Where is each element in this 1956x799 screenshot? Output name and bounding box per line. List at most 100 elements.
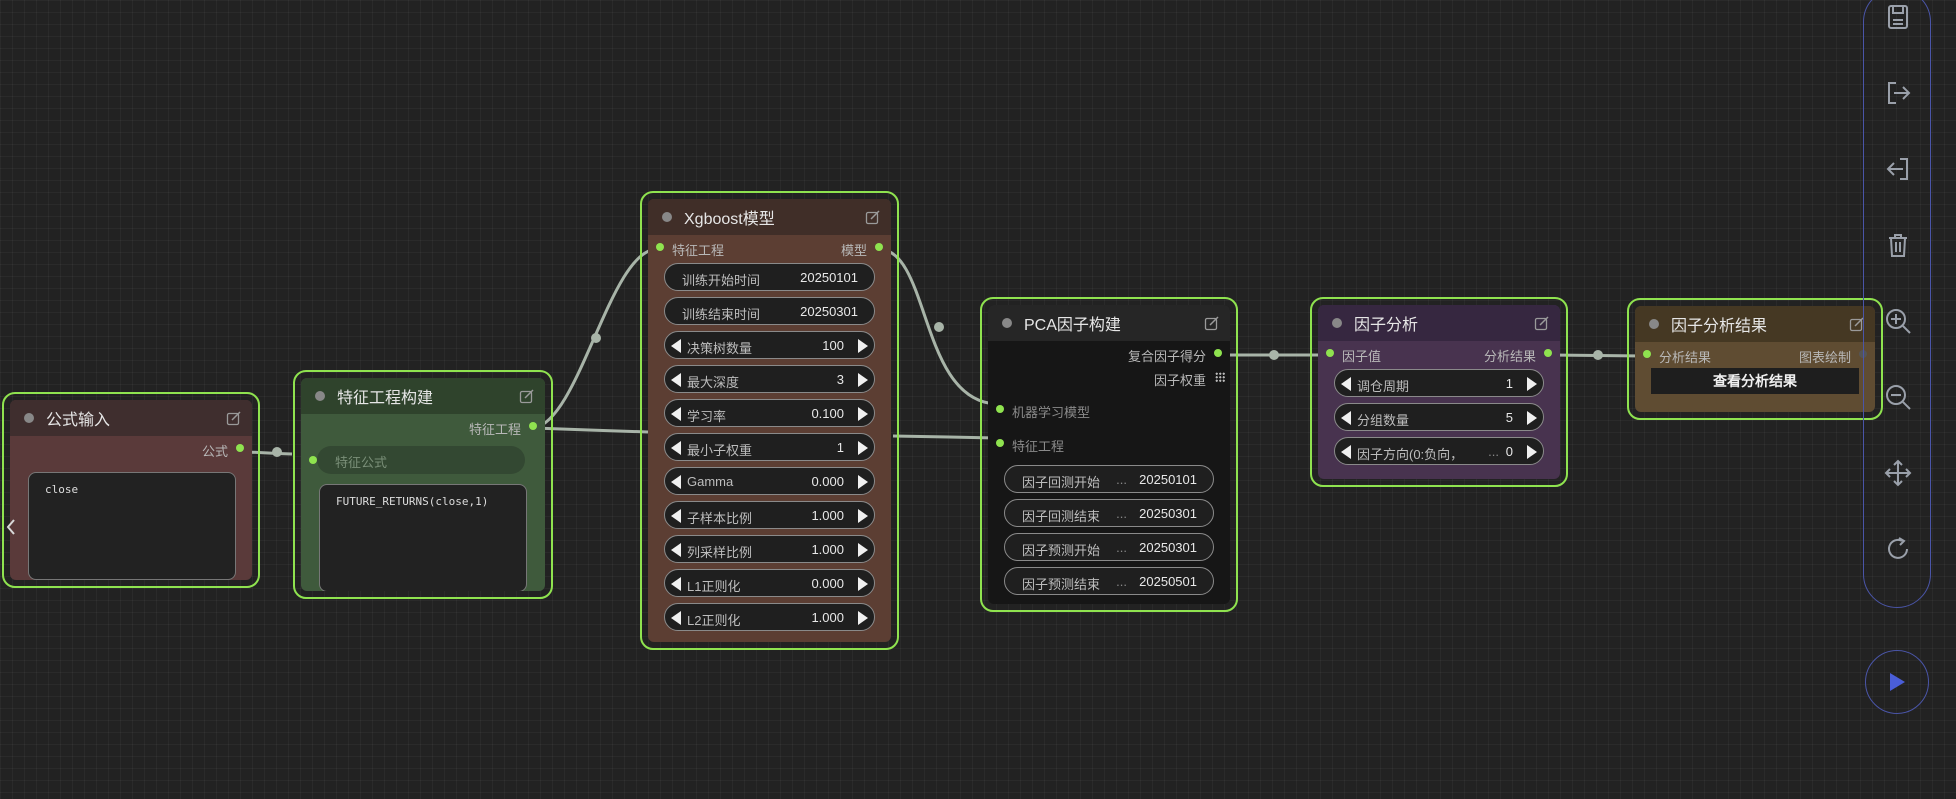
increment-arrow-icon[interactable] [858,373,868,387]
increment-arrow-icon[interactable] [1527,445,1537,459]
node-factor-result[interactable]: 因子分析结果 分析结果 图表绘制 查看分析结果 [1627,298,1883,420]
feature-formula-placeholder: 特征公式 [335,455,388,470]
increment-arrow-icon[interactable] [858,509,868,523]
param-factor-direction[interactable]: 因子方向(0:负向，... 0 [1334,437,1544,465]
training-end-field[interactable]: 训练结束时间 20250301 [664,297,875,325]
input-slot[interactable] [656,243,664,251]
increment-arrow-icon[interactable] [858,543,868,557]
collapse-dot[interactable] [1649,319,1659,329]
node-title-bar[interactable]: 公式输入 [10,400,252,436]
decrement-arrow-icon[interactable] [671,339,681,353]
field-label: 因子回测结束 [1022,509,1101,524]
increment-arrow-icon[interactable] [858,407,868,421]
run-button[interactable] [1865,650,1929,714]
node-title-bar[interactable]: 特征工程构建 [301,378,545,414]
edit-icon[interactable] [865,209,881,225]
field-value: 20250101 [800,270,858,285]
decrement-arrow-icon[interactable] [671,373,681,387]
param-l1-reg[interactable]: L1正则化 0.000 [664,569,875,597]
param-label: L2正则化 [687,613,741,628]
param-max-depth[interactable]: 最大深度 3 [664,365,875,393]
node-feature-engineering[interactable]: 特征工程构建 特征工程 特征公式 FUTURE_RETURNS(close,1) [293,370,553,599]
grid-slot-icon[interactable] [1215,372,1225,382]
feature-formula-input[interactable]: 特征公式 [309,446,525,474]
view-results-button[interactable]: 查看分析结果 [1651,368,1859,394]
input-slot[interactable] [1326,349,1334,357]
output-slot[interactable] [1214,349,1222,357]
predict-start-field[interactable]: 因子预测开始... 20250301 [1004,533,1214,561]
input-slot[interactable] [1643,350,1651,358]
decrement-arrow-icon[interactable] [671,407,681,421]
collapse-dot[interactable] [1002,318,1012,328]
param-l2-reg[interactable]: L2正则化 1.000 [664,603,875,631]
param-value: 1.000 [811,610,844,625]
node-formula-input[interactable]: 公式输入 公式 close [2,392,260,588]
input-slot[interactable] [996,405,1004,413]
decrement-arrow-icon[interactable] [1341,445,1351,459]
field-ellipsis: ... [1116,540,1127,555]
decrement-arrow-icon[interactable] [671,577,681,591]
feature-formula-textarea[interactable]: FUTURE_RETURNS(close,1) [319,484,527,591]
increment-arrow-icon[interactable] [858,441,868,455]
collapse-dot[interactable] [24,413,34,423]
save-icon[interactable] [1884,3,1912,31]
predict-end-field[interactable]: 因子预测结束... 20250501 [1004,567,1214,595]
increment-arrow-icon[interactable] [858,475,868,489]
edit-icon[interactable] [519,388,535,404]
training-start-field[interactable]: 训练开始时间 20250101 [664,263,875,291]
decrement-arrow-icon[interactable] [671,509,681,523]
input-label: 因子值 [1342,349,1382,364]
edit-icon[interactable] [226,410,242,426]
input-slot[interactable] [996,439,1004,447]
backtest-start-field[interactable]: 因子回测开始... 20250101 [1004,465,1214,493]
output-slot[interactable] [236,444,244,452]
collapse-dot[interactable] [662,212,672,222]
param-colsample[interactable]: 列采样比例 1.000 [664,535,875,563]
zoom-in-icon[interactable] [1884,307,1912,335]
collapse-dot[interactable] [1332,318,1342,328]
trash-icon[interactable] [1884,231,1912,259]
node-title-bar[interactable]: 因子分析结果 [1635,306,1875,342]
increment-arrow-icon[interactable] [858,611,868,625]
input-slot[interactable] [309,456,317,464]
decrement-arrow-icon[interactable] [671,441,681,455]
param-n-estimators[interactable]: 决策树数量 100 [664,331,875,359]
import-icon[interactable] [1884,155,1912,183]
zoom-out-icon[interactable] [1884,383,1912,411]
edit-icon[interactable] [1534,315,1550,331]
refresh-icon[interactable] [1884,535,1912,563]
param-gamma[interactable]: Gamma 0.000 [664,467,875,495]
collapse-dot[interactable] [315,391,325,401]
output-label: 公式 [201,444,228,459]
output-slot[interactable] [875,243,883,251]
output-slot[interactable] [1544,349,1552,357]
formula-textarea[interactable]: close [28,472,236,580]
node-factor-analysis[interactable]: 因子分析 因子值 分析结果 调仓周期 1 分组数量 5 因子方向(0:负向，... 0 [1310,297,1568,487]
node-title-bar[interactable]: 因子分析 [1318,305,1560,341]
move-icon[interactable] [1884,459,1912,487]
field-value: 20250301 [1139,540,1197,555]
increment-arrow-icon[interactable] [1527,411,1537,425]
param-learning-rate[interactable]: 学习率 0.100 [664,399,875,427]
param-subsample[interactable]: 子样本比例 1.000 [664,501,875,529]
node-xgboost-model[interactable]: Xgboost模型 特征工程 模型 训练开始时间 20250101 训练结束时间 2… [640,191,899,650]
increment-arrow-icon[interactable] [858,577,868,591]
backtest-end-field[interactable]: 因子回测结束... 20250301 [1004,499,1214,527]
param-group-count[interactable]: 分组数量 5 [1334,403,1544,431]
decrement-arrow-icon[interactable] [1341,411,1351,425]
increment-arrow-icon[interactable] [1527,377,1537,391]
decrement-arrow-icon[interactable] [1341,377,1351,391]
output-slot[interactable] [529,422,537,430]
chevron-left-icon[interactable] [5,518,17,536]
decrement-arrow-icon[interactable] [671,475,681,489]
increment-arrow-icon[interactable] [858,339,868,353]
decrement-arrow-icon[interactable] [671,611,681,625]
node-pca-factor[interactable]: PCA因子构建 复合因子得分 因子权重 机器学习模型 特征工程 因子回测开始..… [980,297,1238,612]
edit-icon[interactable] [1204,315,1220,331]
decrement-arrow-icon[interactable] [671,543,681,557]
node-title-bar[interactable]: Xgboost模型 [648,199,891,235]
export-icon[interactable] [1884,79,1912,107]
param-min-child-weight[interactable]: 最小子权重 1 [664,433,875,461]
param-rebalance-period[interactable]: 调仓周期 1 [1334,369,1544,397]
node-title-bar[interactable]: PCA因子构建 [988,305,1230,341]
